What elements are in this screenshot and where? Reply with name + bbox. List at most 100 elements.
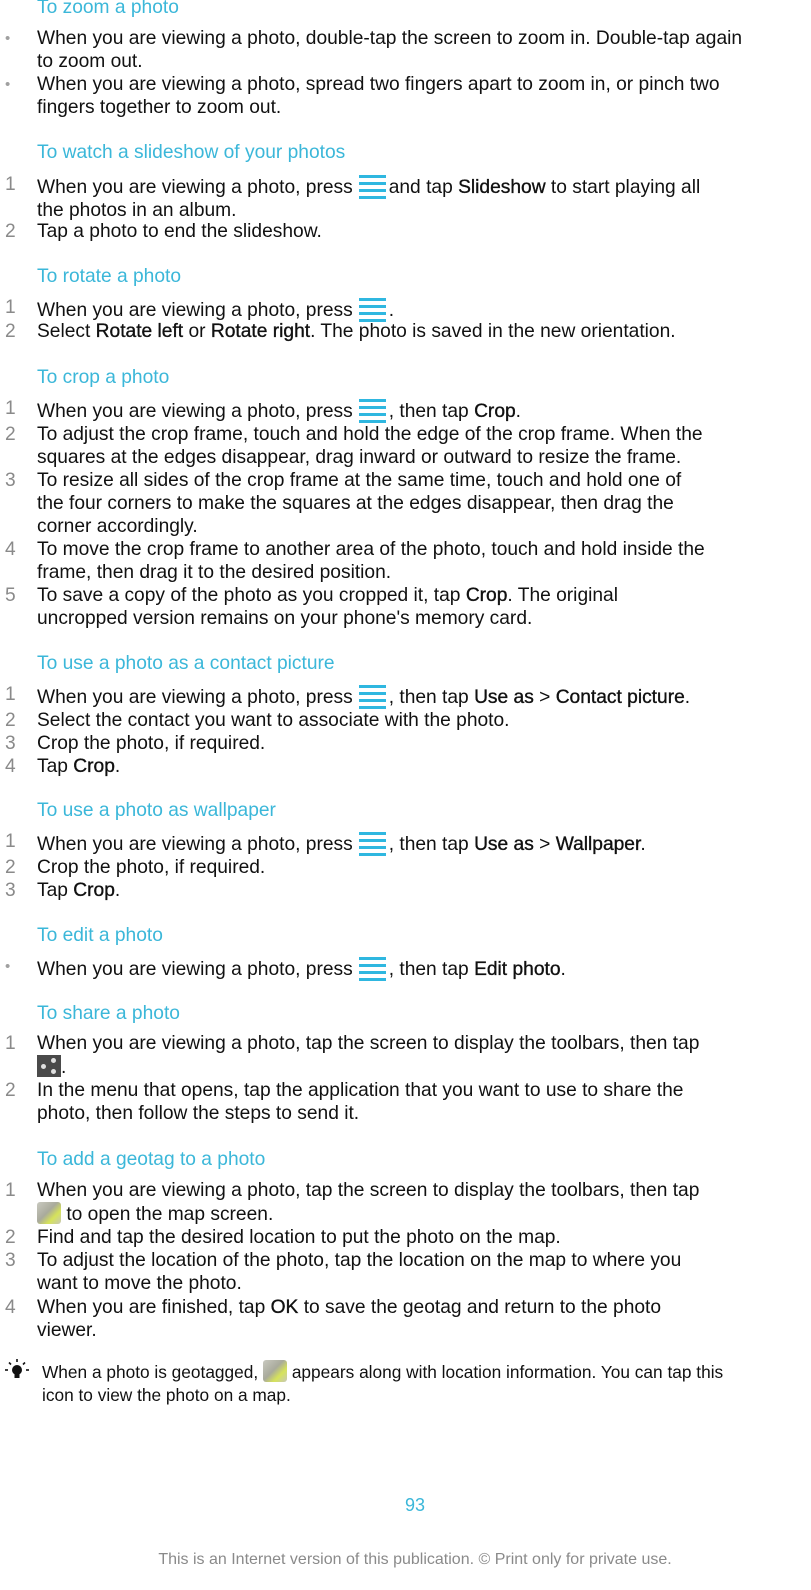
item-text: When you are viewing a photo, press	[37, 401, 353, 422]
item-text: When you are viewing a photo, press	[37, 177, 353, 198]
section-heading-edit: To edit a photo	[37, 925, 163, 946]
ui-label-rotate-left: Rotate left	[95, 321, 184, 342]
section-heading-slideshow: To watch a slideshow of your photos	[37, 142, 346, 163]
step-number: 1	[5, 684, 16, 705]
ui-label-crop: Crop	[474, 401, 516, 422]
step-number: 1	[5, 1033, 16, 1054]
menu-icon	[357, 173, 387, 199]
item-text: .	[114, 880, 121, 901]
tip-text: When a photo is geotagged,	[42, 1362, 259, 1382]
share-icon	[37, 1055, 61, 1077]
item-text: Tap	[37, 880, 68, 901]
item-text: When you are viewing a photo, tap the sc…	[37, 1033, 700, 1054]
menu-icon	[357, 397, 387, 423]
item-text: In the menu that opens, tap the applicat…	[37, 1080, 684, 1101]
item-text: photo, then follow the steps to send it.	[37, 1103, 360, 1124]
item-text: uncropped version remains on your phone'…	[37, 608, 533, 629]
item-text: , then tap	[388, 687, 469, 708]
item-text: When you are viewing a photo, press	[37, 687, 353, 708]
item-text: . The original	[507, 585, 618, 606]
item-text: to start playing all	[550, 177, 701, 198]
section-heading-geotag: To add a geotag to a photo	[37, 1149, 266, 1170]
step-number: 2	[5, 221, 16, 242]
step-number: 2	[5, 857, 16, 878]
ui-label-crop: Crop	[73, 880, 115, 901]
section-heading-crop: To crop a photo	[37, 367, 170, 388]
item-text: to save the geotag and return to the pho…	[303, 1297, 662, 1318]
path-separator: >	[539, 834, 551, 855]
step-number: 3	[5, 733, 16, 754]
step-number: 2	[5, 1080, 16, 1101]
bullet-marker: •	[5, 30, 11, 47]
item-text: .	[61, 1057, 67, 1078]
item-text: fingers together to zoom out.	[37, 97, 282, 118]
lightbulb-icon	[5, 1359, 29, 1378]
item-text: .	[684, 687, 691, 708]
step-number: 3	[5, 880, 16, 901]
step-number: 4	[5, 756, 16, 777]
ui-label-slideshow: Slideshow	[458, 177, 546, 198]
item-text: want to move the photo.	[37, 1273, 242, 1294]
item-text: .	[560, 959, 566, 980]
item-text: To resize all sides of the crop frame at…	[37, 470, 682, 491]
item-text: Tap	[37, 756, 68, 777]
ui-label-crop: Crop	[73, 756, 115, 777]
item-text: When you are viewing a photo, tap the sc…	[37, 1180, 700, 1201]
item-text: . The photo is saved in the new orientat…	[310, 321, 676, 342]
step-number: 1	[5, 398, 16, 419]
item-text: When you are viewing a photo, press	[37, 959, 353, 980]
step-number: 1	[5, 831, 16, 852]
menu-icon	[357, 830, 387, 856]
item-text: and tap	[388, 177, 453, 198]
item-text: When you are viewing a photo, press	[37, 300, 353, 321]
item-text: frame, then drag it to the desired posit…	[37, 562, 392, 583]
item-text: To save a copy of the photo as you cropp…	[37, 585, 461, 606]
item-text: the photos in an album.	[37, 200, 237, 221]
section-heading-wallpaper: To use a photo as wallpaper	[37, 800, 276, 821]
step-number: 4	[5, 539, 16, 560]
menu-icon	[357, 296, 387, 322]
ui-label-use-as: Use as	[474, 687, 534, 708]
section-heading-zoom: To zoom a photo	[37, 0, 179, 18]
item-text: , then tap	[388, 959, 469, 980]
item-text: Find and tap the desired location to put…	[37, 1227, 561, 1248]
item-text: .	[114, 756, 121, 777]
bullet-marker: •	[5, 958, 11, 975]
section-heading-contact-picture: To use a photo as a contact picture	[37, 653, 335, 674]
item-text: corner accordingly.	[37, 516, 198, 537]
footer-notice: This is an Internet version of this publ…	[158, 1551, 672, 1568]
step-number: 4	[5, 1297, 16, 1318]
step-number: 3	[5, 470, 16, 491]
item-text: When you are viewing a photo, spread two…	[37, 74, 720, 95]
ui-label-crop: Crop	[465, 585, 508, 606]
path-separator: >	[539, 687, 551, 708]
ui-label-contact-picture: Contact picture	[555, 687, 685, 708]
item-text: .	[388, 300, 395, 321]
item-text: Crop the photo, if required.	[37, 733, 266, 754]
ui-label-edit-photo: Edit photo	[474, 959, 561, 980]
step-number: 5	[5, 585, 16, 606]
step-number: 1	[5, 297, 16, 318]
ui-label-wallpaper: Wallpaper	[555, 834, 641, 855]
item-text: To adjust the location of the photo, tap…	[37, 1250, 682, 1271]
bullet-marker: •	[5, 76, 11, 93]
item-text: .	[640, 834, 646, 855]
geotag-icon	[263, 1360, 287, 1382]
page-number: 93	[404, 1495, 426, 1515]
step-number: 1	[5, 1180, 16, 1201]
item-text: When you are finished, tap	[37, 1297, 266, 1318]
item-text: Tap a photo to end the slideshow.	[37, 221, 322, 242]
step-number: 2	[5, 321, 16, 342]
section-heading-share: To share a photo	[37, 1003, 180, 1024]
step-number: 1	[5, 174, 16, 195]
item-text: .	[515, 401, 522, 422]
ui-label-use-as: Use as	[474, 834, 534, 855]
step-number: 2	[5, 1227, 16, 1248]
item-text: viewer.	[37, 1320, 97, 1341]
item-text: or	[188, 321, 206, 342]
step-number: 2	[5, 424, 16, 445]
item-text: Crop the photo, if required.	[37, 857, 266, 878]
section-heading-rotate: To rotate a photo	[37, 266, 182, 287]
step-number: 2	[5, 710, 16, 731]
item-text: To move the crop frame to another area o…	[37, 539, 705, 560]
